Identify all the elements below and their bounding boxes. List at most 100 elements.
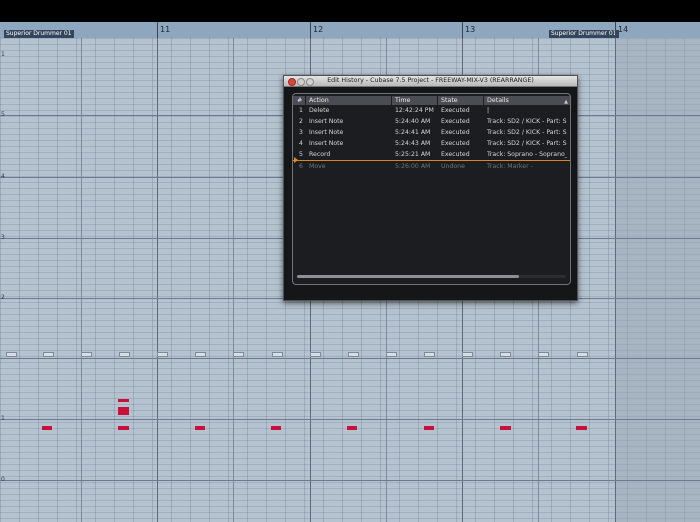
key-label: 5 — [1, 111, 5, 118]
row-num: 5 — [299, 151, 303, 158]
ghost-note[interactable] — [348, 352, 359, 357]
bar-13-label: 13 — [465, 25, 476, 34]
key-label: 1 — [1, 415, 5, 422]
column-divider — [305, 96, 306, 105]
row-action: Delete — [309, 107, 330, 114]
bar-line-14 — [615, 38, 616, 522]
midi-note[interactable] — [42, 426, 52, 430]
col-header-time[interactable]: Time — [395, 97, 410, 105]
region-label-right: Superior Drummer 01 — [549, 30, 619, 38]
ghost-note[interactable] — [157, 352, 168, 357]
timeline-ruler[interactable]: Superior Drummer 01 11 12 13 Superior Dr… — [0, 22, 700, 38]
window-title-bar[interactable]: Edit History - Cubase 7.5 Project - FREE… — [284, 76, 577, 87]
row-action: Record — [309, 151, 331, 158]
octave-line — [0, 419, 700, 420]
row-num: 6 — [299, 163, 303, 170]
row-time: 5:24:40 AM — [395, 118, 431, 125]
midi-note[interactable] — [347, 426, 357, 430]
key-label: 4 — [1, 173, 5, 180]
top-black-bar — [0, 0, 700, 22]
octave-line — [0, 358, 700, 359]
horizontal-scrollbar[interactable] — [297, 275, 566, 278]
row-time: 12:42:24 PM — [395, 107, 434, 114]
row-state: Executed — [441, 118, 470, 125]
col-header-action[interactable]: Action — [309, 97, 329, 105]
row-num: 1 — [299, 107, 303, 114]
ghost-note[interactable] — [233, 352, 244, 357]
bar-14-label: 14 — [618, 25, 629, 34]
row-details: | — [487, 107, 490, 114]
beat-line — [233, 38, 234, 522]
table-header: # Action Time State Details ▲ — [293, 96, 570, 105]
region-label-left: Superior Drummer 01 — [4, 30, 74, 38]
row-state: Executed — [441, 140, 470, 147]
midi-note[interactable] — [118, 426, 129, 430]
octave-line — [0, 480, 700, 481]
midi-note[interactable] — [271, 426, 281, 430]
row-time: 5:24:41 AM — [395, 129, 431, 136]
scrollbar-thumb[interactable] — [297, 275, 519, 278]
bar-13-line — [462, 22, 463, 38]
bar-12-label: 12 — [313, 25, 324, 34]
row-details: Track: SD2 / KICK - Part: S — [487, 140, 567, 147]
ghost-note[interactable] — [43, 352, 54, 357]
ghost-note[interactable] — [6, 352, 17, 357]
column-divider — [483, 96, 484, 105]
row-time: 5:26:00 AM — [395, 163, 431, 170]
midi-note[interactable] — [424, 426, 434, 430]
column-divider — [437, 96, 438, 105]
row-time: 5:25:21 AM — [395, 151, 431, 158]
midi-note[interactable] — [118, 407, 129, 415]
row-num: 2 — [299, 118, 303, 125]
edit-history-window[interactable]: Edit History - Cubase 7.5 Project - FREE… — [283, 75, 578, 301]
outside-locator-shade — [615, 38, 700, 522]
row-num: 3 — [299, 129, 303, 136]
ghost-note[interactable] — [81, 352, 92, 357]
ghost-note[interactable] — [538, 352, 549, 357]
ghost-note[interactable] — [500, 352, 511, 357]
window-title: Edit History - Cubase 7.5 Project - FREE… — [327, 77, 534, 84]
row-state: Executed — [441, 151, 470, 158]
ghost-note[interactable] — [386, 352, 397, 357]
midi-note[interactable] — [576, 426, 587, 430]
history-row[interactable]: 5 Record 5:25:21 AM Executed Track: Sopr… — [293, 149, 570, 160]
row-details: Track: SD2 / KICK - Part: S — [487, 129, 567, 136]
row-action: Insert Note — [309, 140, 344, 147]
midi-note[interactable] — [118, 399, 129, 402]
row-num: 4 — [299, 140, 303, 147]
ghost-note[interactable] — [462, 352, 473, 357]
bar-11-label: 11 — [160, 25, 171, 34]
row-state: Executed — [441, 129, 470, 136]
key-label: 1 — [1, 51, 5, 58]
col-header-state[interactable]: State — [441, 97, 458, 105]
key-label: 2 — [1, 294, 5, 301]
row-state: Executed — [441, 107, 470, 114]
history-row[interactable]: 4 Insert Note 5:24:43 AM Executed Track:… — [293, 138, 570, 149]
row-action: Insert Note — [309, 129, 344, 136]
row-details: Track: Soprano - Soprano_ — [487, 151, 567, 158]
row-action: Move — [309, 163, 326, 170]
row-time: 5:24:43 AM — [395, 140, 431, 147]
history-row-undone[interactable]: 6 Move 5:26:00 AM Undone Track: Marker - — [293, 161, 570, 172]
history-row[interactable]: 3 Insert Note 5:24:41 AM Executed Track:… — [293, 127, 570, 138]
ghost-note[interactable] — [424, 352, 435, 357]
history-row[interactable]: 2 Insert Note 5:24:40 AM Executed Track:… — [293, 116, 570, 127]
bar-11-line — [157, 22, 158, 38]
midi-note[interactable] — [500, 426, 511, 430]
col-header-details[interactable]: Details — [487, 97, 509, 105]
row-details: Track: Marker - — [487, 163, 533, 170]
bar-12-line — [310, 22, 311, 38]
col-header-num[interactable]: # — [297, 97, 302, 105]
history-table[interactable]: # Action Time State Details ▲ 1 Delete 1… — [292, 93, 571, 285]
ghost-note[interactable] — [195, 352, 206, 357]
ghost-note[interactable] — [119, 352, 130, 357]
midi-note[interactable] — [195, 426, 205, 430]
ghost-note[interactable] — [577, 352, 588, 357]
row-state: Undone — [441, 163, 465, 170]
ghost-note[interactable] — [272, 352, 283, 357]
history-row[interactable]: 1 Delete 12:42:24 PM Executed | — [293, 105, 570, 116]
key-label: 3 — [1, 234, 5, 241]
bar-line-11 — [157, 38, 158, 522]
ghost-note[interactable] — [310, 352, 321, 357]
column-divider — [391, 96, 392, 105]
